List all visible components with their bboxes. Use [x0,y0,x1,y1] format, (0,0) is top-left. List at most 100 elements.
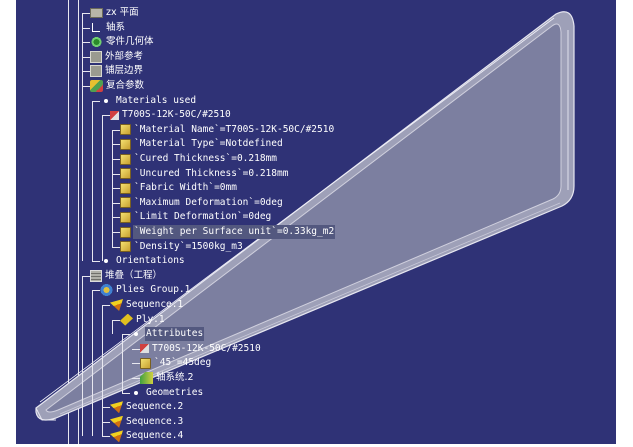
tree-node-part-geometry[interactable]: 零件几何体 [90,35,155,49]
tree-branch-line [102,115,103,262]
parameter-icon [120,138,131,150]
parameter-icon [140,357,151,369]
tree-node-label: 零件几何体 [106,36,154,48]
tree-connector [102,305,110,306]
tree-node-ply-angle[interactable]: `45`=45deg [140,356,212,370]
tree-branch-line [82,13,83,262]
tree-node-ply-axis[interactable]: 轴系统.2 [140,371,195,385]
parameter-icon [120,211,131,223]
tree-node-external-refs[interactable]: 外部参考 [90,50,144,64]
tree-node-ply-boundary[interactable]: 铺层边界 [90,64,144,78]
tree-connector [102,436,110,438]
dot-icon [130,328,143,340]
tree-connector [132,378,140,379]
tree-connector [122,392,130,394]
tree-node-label: Sequence.4 [126,430,184,442]
tree-node-label: T700S-12K-50C/#2510 [122,109,231,121]
tree-branch-line [102,305,103,437]
tree-connector [102,421,110,423]
tree-node-orientations[interactable]: Orientations [100,254,186,268]
tree-node-sequence-1[interactable]: Sequence.1 [110,298,184,312]
tree-node-label: `Cured Thickness`=0.218mm [134,153,277,164]
tree-node-param-maxdef[interactable]: `Maximum Deformation`=0deg [120,196,284,210]
tree-node-ply-material[interactable]: T700S-12K-50C/#2510 [140,342,262,356]
axis-icon [90,22,103,34]
tree-node-sequence-4[interactable]: Sequence.4 [110,429,184,443]
tree-connector [122,334,130,336]
tree-node-label: Ply.1 [136,313,165,325]
material-icon [110,110,119,120]
tree-node-param-weight[interactable]: `Weight per Surface unit`=0.33kg_m2 [120,225,336,239]
tree-node-geometries[interactable]: Geometries [130,386,204,400]
tree-branch-line [112,129,113,247]
tree-node-label: zx 平面 [106,7,139,18]
box-icon [90,50,102,63]
tree-node-param-density[interactable]: `Density`=1500kg_m3 [120,240,244,254]
tree-node-sequence-3[interactable]: Sequence.3 [110,415,184,429]
tree-node-label: `Fabric Width`=0mm [134,182,237,194]
tree-node-material-t700s[interactable]: T700S-12K-50C/#2510 [110,108,232,122]
sequence-icon [110,430,123,443]
tree-connector [112,319,120,321]
plane-icon [90,8,103,18]
tree-node-label: `Material Name`=T700S-12K-50C/#2510 [134,123,335,135]
tree-node-param-cured[interactable]: `Cured Thickness`=0.218mm [120,152,278,166]
tree-node-label: Geometries [146,386,204,398]
tree-node-param-uncured[interactable]: `Uncured Thickness`=0.218mm [120,167,289,181]
tree-connector [112,129,120,131]
parameter-icon [120,226,131,238]
tree-node-composite-params[interactable]: 复合参数 [90,79,145,93]
tree-node-zx-plane[interactable]: zx 平面 [90,6,140,20]
tree-node-sequence-2[interactable]: Sequence.2 [110,400,184,414]
tree-connector [132,363,140,365]
tree-node-param-limdef[interactable]: `Limit Deformation`=0deg [120,210,272,224]
tree-branch-line [92,100,93,262]
tree-connector [82,42,90,44]
tree-node-label: `Material Type`=Notdefined [134,138,283,150]
tree-node-label: `Weight per Surface unit`=0.33kg_m2 [133,225,336,239]
tree-node-attributes[interactable]: Attributes [130,327,205,342]
tree-connector [82,56,90,58]
tree-node-stacking[interactable]: 堆叠（工程） [90,269,163,283]
tree-connector [112,173,120,175]
tree-node-param-name[interactable]: `Material Name`=T700S-12K-50C/#2510 [120,123,335,137]
dot-icon [100,95,113,107]
tree-node-label: 堆叠（工程） [105,269,163,281]
tree-node-label: `45`=45deg [154,357,212,369]
tree-connector [92,290,100,292]
parameter-icon [120,182,131,194]
tree-node-label: Sequence.2 [126,401,184,413]
tree-node-label: 轴系统.2 [156,372,194,383]
tree-node-label: 轴系 [106,21,126,33]
tree-node-label: `Uncured Thickness`=0.218mm [134,167,289,179]
tree-node-param-width[interactable]: `Fabric Width`=0mm [120,181,238,195]
tree-connector [112,246,120,248]
tree-node-axis-system[interactable]: 轴系 [90,21,126,35]
sequence-icon [110,299,123,311]
tree-connector [112,232,120,233]
tree-branch-line [112,319,113,335]
tree-connector [82,71,90,73]
ply-icon [120,313,133,326]
tree-node-label: Sequence.1 [126,299,184,310]
tree-node-param-type[interactable]: `Material Type`=Notdefined [120,137,284,151]
tree-node-label: Plies Group.1 [116,284,191,296]
gear-icon [90,36,103,49]
tree-node-ply-1[interactable]: Ply.1 [120,313,166,327]
sequence-icon [110,415,123,428]
tree-connector [112,217,120,219]
tree-node-label: 铺层边界 [105,65,144,77]
parameter-icon [120,124,131,136]
tree-connector [82,275,90,277]
tree-node-label: Attributes [145,327,205,342]
tree-node-label: `Limit Deformation`=0deg [134,211,272,223]
tree-node-label: `Density`=1500kg_m3 [134,240,243,252]
tree-node-label: T700S-12K-50C/#2510 [152,342,261,354]
tree-node-materials-used[interactable]: Materials used [100,94,197,108]
tree-connector [112,159,120,160]
tree-connector [102,115,110,117]
tree-connector [92,261,100,263]
tree-branch-line [122,334,123,393]
tree-node-plies-group[interactable]: Plies Group.1 [100,283,191,297]
box-icon [90,65,102,78]
